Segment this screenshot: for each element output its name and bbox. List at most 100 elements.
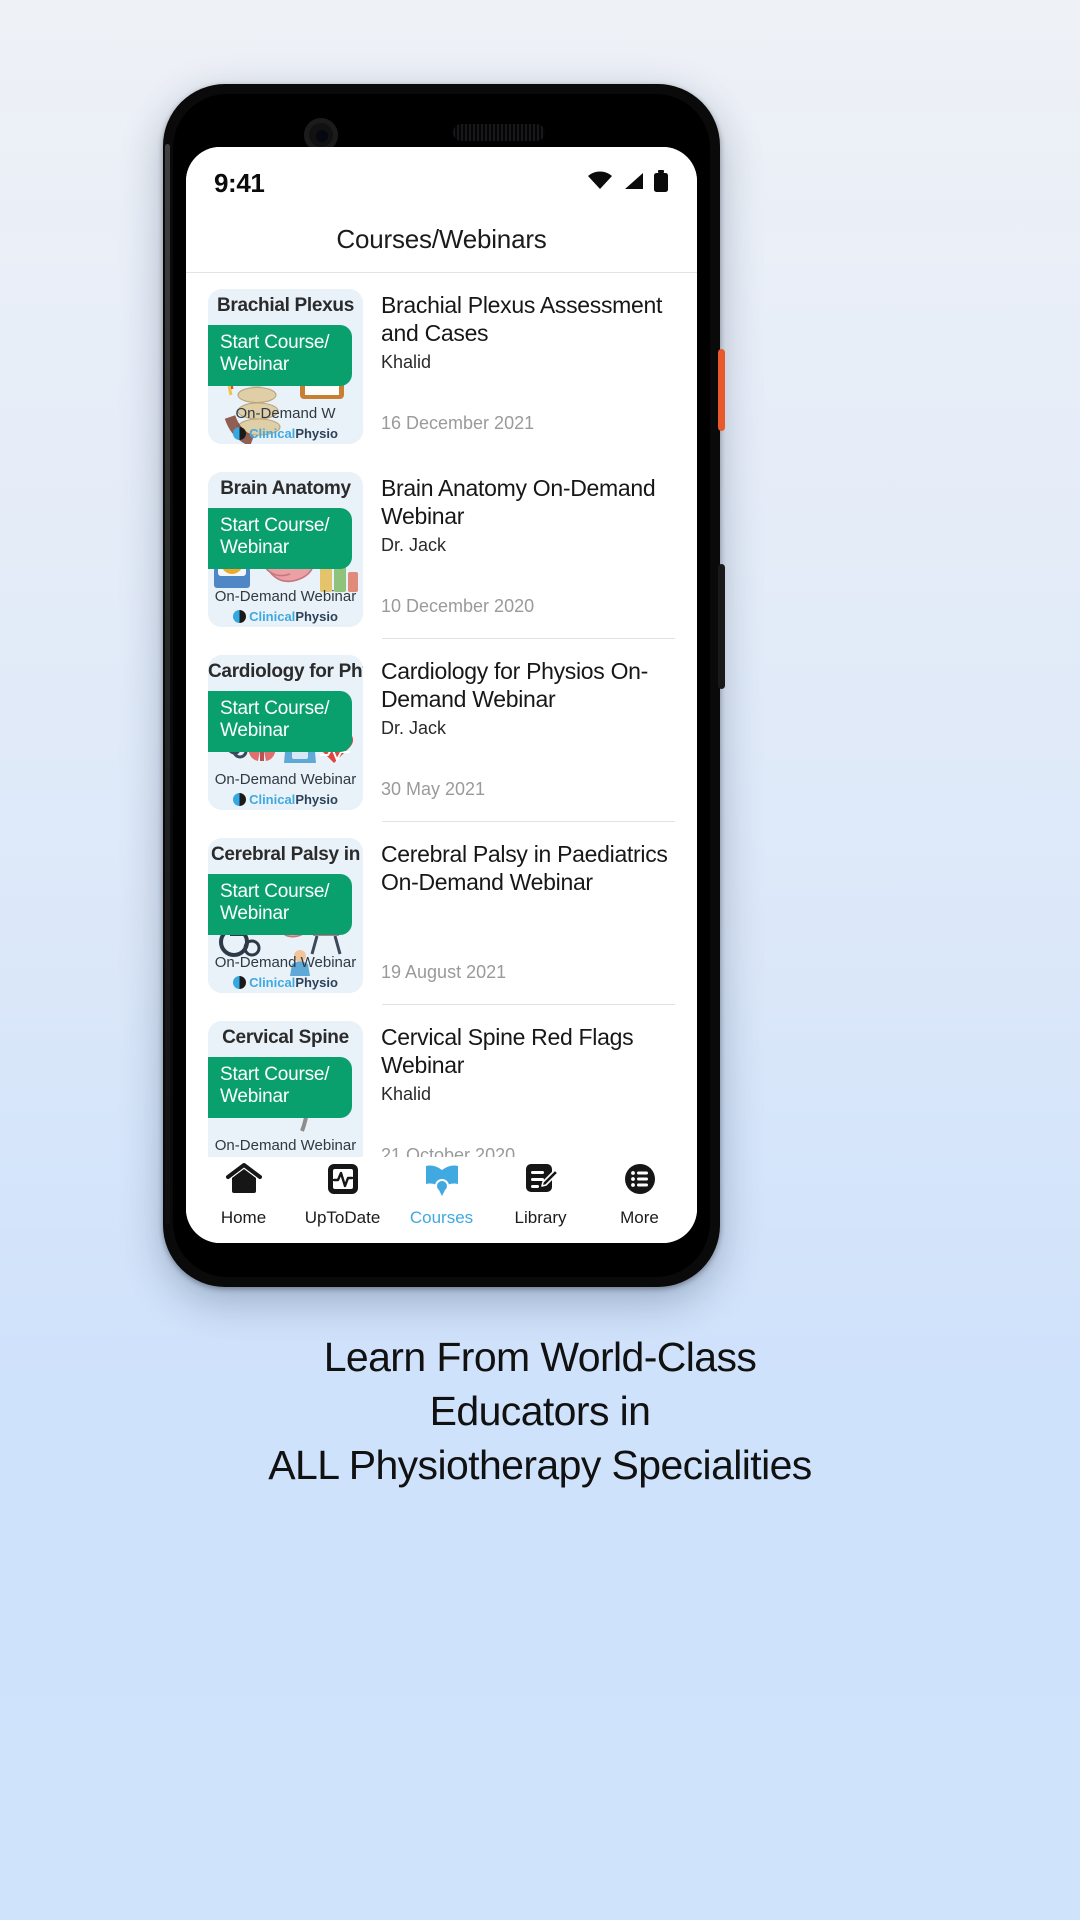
logo-text-b: Physio [295, 975, 338, 990]
signal-icon [622, 171, 644, 196]
thumbnail-footer: On-Demand Webinar [214, 1137, 357, 1154]
logo-text-a: Clinical [249, 609, 296, 624]
course-title: Cervical Spine Red Flags Webinar [381, 1024, 634, 1079]
caption-line-2: Educators in [429, 1388, 651, 1435]
thumbnail-footer: On-Demand Webinar [214, 771, 357, 788]
start-course-badge[interactable]: Start Course/ Webinar [208, 691, 352, 752]
thumbnail-footer: On-Demand Webinar [214, 954, 357, 971]
course-title: Brain Anatomy On-Demand Webinar [381, 475, 656, 530]
volume-button[interactable] [718, 564, 725, 689]
course-date: 21 October 2020 [381, 1145, 516, 1157]
nav-label: More [620, 1208, 659, 1227]
caption-line-3: ALL Physiotherapy Specialities [268, 1442, 812, 1489]
wifi-icon [587, 171, 613, 196]
status-icons [587, 169, 669, 197]
course-thumbnail[interactable]: Cerebral Palsy in On-Demand Webinar Clin… [208, 838, 363, 993]
badge-line-2: Webinar [220, 720, 290, 742]
course-title: Cerebral Palsy in Paediatrics On-Demand … [381, 841, 668, 896]
logo-mark-icon [233, 976, 247, 989]
course-date: 30 May 2021 [381, 779, 486, 799]
clinicalphysio-logo: ClinicalPhysio [208, 792, 363, 807]
power-button[interactable] [718, 349, 725, 431]
logo-mark-icon [233, 610, 247, 623]
clinicalphysio-logo: ClinicalPhysio [208, 426, 363, 441]
course-title: Cardiology for Physios On-Demand Webinar [381, 658, 649, 713]
course-date: 19 August 2021 [381, 962, 507, 982]
logo-text-a: Clinical [249, 975, 296, 990]
nav-label: UpToDate [304, 1208, 381, 1227]
logo-text-b: Physio [295, 792, 338, 807]
bottom-navigation-bar: Home UpToDate Courses Library More [186, 1157, 697, 1243]
course-meta: Cerebral Palsy in Paediatrics On-Demand … [381, 838, 675, 1005]
thumbnail-title: Cerebral Palsy in [210, 844, 361, 865]
nav-item-courses[interactable]: Courses [394, 1162, 490, 1228]
status-bar: 9:41 [186, 147, 697, 207]
nav-item-more[interactable]: More [592, 1162, 688, 1228]
badge-line-2: Webinar [220, 354, 290, 376]
start-course-badge[interactable]: Start Course/ Webinar [208, 874, 352, 935]
pulse-monitor-icon [326, 1162, 360, 1201]
list-item[interactable]: Cardiology for Physios On-Demand Webinar… [186, 639, 697, 822]
clinicalphysio-logo: ClinicalPhysio [208, 609, 363, 624]
nav-label: Courses [409, 1208, 474, 1227]
thumbnail-footer: On-Demand W [235, 405, 336, 422]
course-thumbnail[interactable]: Cervical Spine On-Demand Webinar Clinica… [208, 1021, 363, 1157]
nav-item-library[interactable]: Library [493, 1162, 589, 1228]
thumbnail-footer: On-Demand Webinar [214, 588, 357, 605]
nav-item-uptodate[interactable]: UpToDate [295, 1162, 391, 1228]
nav-label: Home [220, 1208, 267, 1227]
phone-screen: 9:41 Courses/Webinars Brachial Plexus On… [186, 147, 697, 1243]
start-course-badge[interactable]: Start Course/ Webinar [208, 325, 352, 386]
document-edit-icon [524, 1162, 559, 1201]
list-item[interactable]: Cerebral Palsy in On-Demand Webinar Clin… [186, 822, 697, 1005]
course-thumbnail[interactable]: Cardiology for Physios On-Demand Webinar… [208, 655, 363, 810]
logo-text-b: Physio [295, 609, 338, 624]
badge-line-1: Start Course/ [220, 698, 330, 719]
course-thumbnail[interactable]: Brain Anatomy On-Demand Webinar Clinical… [208, 472, 363, 627]
logo-mark-icon [233, 427, 247, 440]
graduation-cap-icon [423, 1162, 461, 1201]
page-title: Courses/Webinars [336, 224, 547, 254]
course-list[interactable]: Brachial Plexus On-Demand W ClinicalPhys… [186, 273, 697, 1157]
badge-line-1: Start Course/ [220, 515, 330, 536]
list-item[interactable]: Brachial Plexus On-Demand W ClinicalPhys… [186, 273, 697, 456]
home-icon [225, 1162, 263, 1201]
app-header: Courses/Webinars [186, 207, 697, 273]
thumbnail-title: Cardiology for Physios [208, 661, 363, 682]
course-meta: Cervical Spine Red Flags Webinar Khalid … [381, 1021, 675, 1157]
course-date: 16 December 2021 [381, 413, 535, 433]
course-meta: Brain Anatomy On-Demand Webinar Dr. Jack… [381, 472, 675, 639]
course-meta: Cardiology for Physios On-Demand Webinar… [381, 655, 675, 822]
start-course-badge[interactable]: Start Course/ Webinar [208, 1057, 352, 1118]
thumbnail-title: Brachial Plexus [216, 295, 355, 316]
logo-text-a: Clinical [249, 426, 296, 441]
course-title: Brachial Plexus Assessment and Cases [381, 292, 663, 347]
badge-line-2: Webinar [220, 1086, 290, 1108]
badge-line-1: Start Course/ [220, 332, 330, 353]
logo-text-b: Physio [295, 426, 338, 441]
course-date: 10 December 2020 [381, 596, 535, 616]
list-item[interactable]: Brain Anatomy On-Demand Webinar Clinical… [186, 456, 697, 639]
badge-line-2: Webinar [220, 903, 290, 925]
clinicalphysio-logo: ClinicalPhysio [208, 975, 363, 990]
list-menu-icon [623, 1162, 657, 1201]
caption-line-1: Learn From World-Class [323, 1334, 757, 1380]
course-author: Dr. Jack [381, 718, 447, 739]
earpiece-speaker-icon [453, 124, 545, 141]
course-author: Khalid [381, 1084, 432, 1105]
list-item[interactable]: Cervical Spine On-Demand Webinar Clinica… [186, 1005, 697, 1157]
thumbnail-title: Cervical Spine [222, 1027, 349, 1048]
course-author: Dr. Jack [381, 535, 447, 556]
course-author: Khalid [381, 352, 432, 373]
nav-item-home[interactable]: Home [196, 1162, 292, 1228]
course-meta: Brachial Plexus Assessment and Cases Kha… [381, 289, 675, 456]
marketing-caption: Learn From World-Class Educators in ALL … [0, 1330, 1080, 1492]
thumbnail-title: Brain Anatomy [220, 478, 351, 499]
start-course-badge[interactable]: Start Course/ Webinar [208, 508, 352, 569]
badge-line-1: Start Course/ [220, 881, 330, 902]
nav-label: Library [514, 1208, 567, 1227]
battery-icon [653, 169, 669, 197]
badge-line-2: Webinar [220, 537, 290, 559]
course-thumbnail[interactable]: Brachial Plexus On-Demand W ClinicalPhys… [208, 289, 363, 444]
phone-device-frame: 9:41 Courses/Webinars Brachial Plexus On… [163, 84, 725, 1287]
